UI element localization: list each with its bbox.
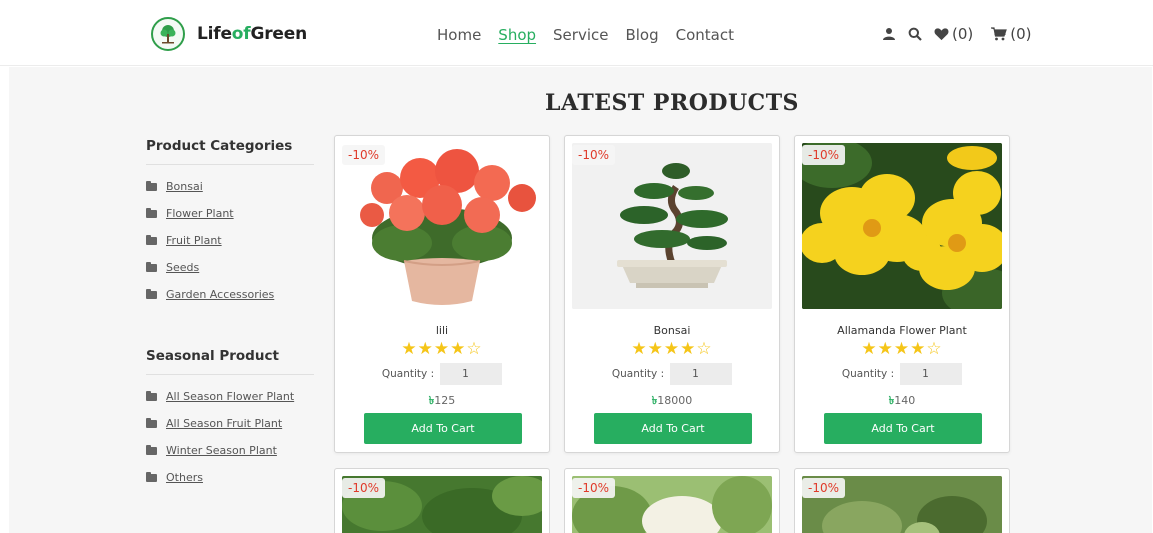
seasonal-item-all-season-fruit[interactable]: All Season Fruit Plant	[146, 410, 314, 437]
sidebar: Product Categories Bonsai Flower Plant F…	[146, 138, 314, 491]
header-toolbar: (0) (0)	[882, 25, 1032, 43]
folder-icon	[146, 417, 157, 428]
quantity-label: Quantity :	[611, 368, 665, 380]
discount-badge: -10%	[342, 478, 386, 498]
rating-stars: ★★★★☆	[861, 339, 943, 359]
quantity-input[interactable]	[670, 363, 733, 385]
quantity-label: Quantity :	[381, 368, 435, 380]
search-icon[interactable]	[908, 27, 922, 41]
quantity-row: Quantity :	[565, 363, 779, 385]
quantity-row: Quantity :	[335, 363, 549, 385]
seasonal-item-all-season-flower[interactable]: All Season Flower Plant	[146, 383, 314, 410]
discount-badge: -10%	[342, 145, 386, 165]
folder-icon	[146, 180, 157, 191]
folder-icon	[146, 261, 157, 272]
categories-heading: Product Categories	[146, 138, 314, 165]
discount-badge: -10%	[572, 478, 616, 498]
seasonal-item-winter-season[interactable]: Winter Season Plant	[146, 437, 314, 464]
category-list: Bonsai Flower Plant Fruit Plant Seeds Ga…	[146, 173, 314, 308]
quantity-input[interactable]	[900, 363, 963, 385]
site-header: LifeofGreen Home Shop Service Blog Conta…	[0, 0, 1153, 66]
quantity-row: Quantity :	[795, 363, 1009, 385]
nav-shop[interactable]: Shop	[498, 26, 536, 44]
cart-button[interactable]: (0)	[991, 25, 1032, 43]
brand-logo[interactable]: LifeofGreen	[151, 17, 307, 51]
product-card[interactable]: -10%	[794, 468, 1010, 533]
discount-badge: -10%	[572, 145, 616, 165]
folder-icon	[146, 471, 157, 482]
product-card[interactable]: -10%	[334, 468, 550, 533]
category-item-fruit-plant[interactable]: Fruit Plant	[146, 227, 314, 254]
tree-logo-icon	[151, 17, 185, 51]
wishlist-count: (0)	[952, 25, 974, 43]
product-card[interactable]: -10%	[564, 468, 780, 533]
category-item-flower-plant[interactable]: Flower Plant	[146, 200, 314, 227]
add-to-cart-button[interactable]: Add To Cart	[824, 413, 982, 444]
folder-icon	[146, 207, 157, 218]
category-item-seeds[interactable]: Seeds	[146, 254, 314, 281]
user-icon[interactable]	[882, 27, 896, 41]
add-to-cart-button[interactable]: Add To Cart	[594, 413, 752, 444]
nav-blog[interactable]: Blog	[625, 26, 658, 44]
product-name[interactable]: Allamanda Flower Plant	[795, 324, 1009, 337]
cart-count: (0)	[1010, 25, 1032, 43]
seasonal-item-others[interactable]: Others	[146, 464, 314, 491]
product-image-lili[interactable]	[342, 143, 542, 309]
wishlist-button[interactable]: (0)	[934, 25, 973, 43]
folder-icon	[146, 444, 157, 455]
category-item-garden-accessories[interactable]: Garden Accessories	[146, 281, 314, 308]
rating-stars: ★★★★☆	[401, 339, 483, 359]
folder-icon	[146, 288, 157, 299]
discount-badge: -10%	[802, 478, 846, 498]
nav-home[interactable]: Home	[437, 26, 481, 44]
category-item-bonsai[interactable]: Bonsai	[146, 173, 314, 200]
product-name[interactable]: Bonsai	[565, 324, 779, 337]
seasonal-heading: Seasonal Product	[146, 348, 314, 375]
brand-name: LifeofGreen	[197, 24, 307, 44]
cart-icon	[991, 27, 1008, 41]
page-title: LATEST PRODUCTS	[545, 90, 799, 116]
product-card[interactable]: -10% lili ★★★★☆ Quantity : ৳125 Add To C…	[334, 135, 550, 453]
quantity-input[interactable]	[440, 363, 503, 385]
product-name[interactable]: lili	[335, 324, 549, 337]
rating-stars: ★★★★☆	[631, 339, 713, 359]
product-image-bonsai[interactable]	[572, 143, 772, 309]
product-card[interactable]: -10% Allamanda Flower Plant ★★★★☆ Quanti…	[794, 135, 1010, 453]
nav-service[interactable]: Service	[553, 26, 608, 44]
nav-contact[interactable]: Contact	[676, 26, 734, 44]
folder-icon	[146, 234, 157, 245]
quantity-label: Quantity :	[841, 368, 895, 380]
product-price: ৳140	[888, 394, 916, 407]
product-price: ৳125	[428, 394, 456, 407]
product-image-allamanda[interactable]	[802, 143, 1002, 309]
seasonal-list: All Season Flower Plant All Season Fruit…	[146, 383, 314, 491]
heart-icon	[934, 28, 949, 41]
product-price: ৳18000	[651, 394, 693, 407]
folder-icon	[146, 390, 157, 401]
product-card[interactable]: -10% Bonsai ★★★★☆ Quantity : ৳18000 Add …	[564, 135, 780, 453]
add-to-cart-button[interactable]: Add To Cart	[364, 413, 522, 444]
main-nav: Home Shop Service Blog Contact	[437, 26, 734, 44]
discount-badge: -10%	[802, 145, 846, 165]
